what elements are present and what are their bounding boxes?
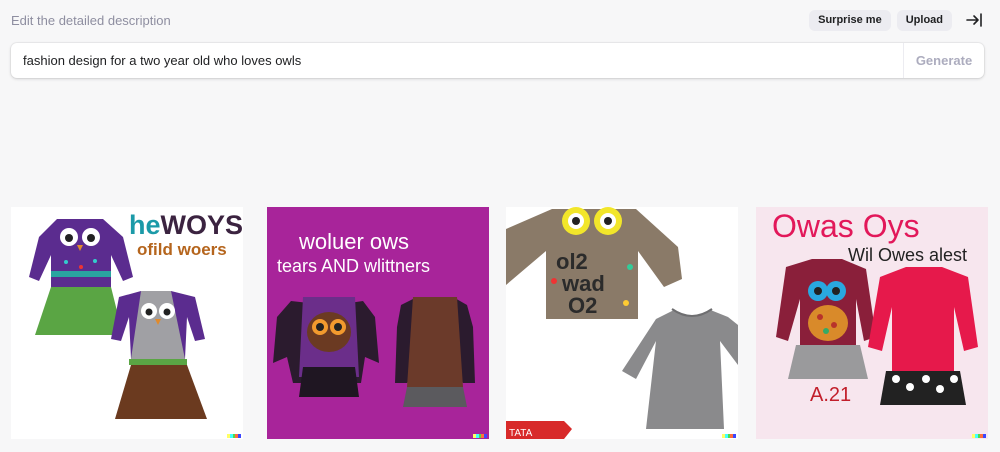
generate-button[interactable]: Generate xyxy=(903,43,984,78)
image-2-signature xyxy=(473,434,487,438)
image-4-text-2: Wil Owes alest xyxy=(848,245,967,265)
image-3-text-3: O2 xyxy=(568,293,597,318)
outfit-illustration: heWOYS ofild woers xyxy=(11,207,243,439)
image-4-text-3: A.21 xyxy=(810,384,851,406)
prompt-input[interactable] xyxy=(11,43,903,78)
generated-image-2[interactable]: woluer ows tears AND wlittners xyxy=(267,207,489,439)
surprise-me-button[interactable]: Surprise me xyxy=(809,9,891,31)
image-4-text-1: Owas Oys xyxy=(772,208,920,244)
image-grid: heWOYS ofild woers woluer ows tears AND … xyxy=(0,207,1000,439)
header-bar: Edit the detailed description Surprise m… xyxy=(11,9,986,31)
image-1-text-1: heWOYS xyxy=(129,210,243,240)
prompt-bar: Generate xyxy=(11,43,984,78)
upload-button[interactable]: Upload xyxy=(896,9,952,31)
edit-description-hint: Edit the detailed description xyxy=(11,12,171,28)
generated-image-3[interactable]: ol2 wad O2 TATA xyxy=(506,207,738,439)
outfit-illustration: ol2 wad O2 TATA xyxy=(506,207,738,439)
image-3-signature xyxy=(722,434,736,438)
header-actions: Surprise me Upload xyxy=(809,9,986,31)
image-2-text-1: woluer ows xyxy=(298,229,409,254)
outfit-illustration: woluer ows tears AND wlittners xyxy=(267,207,489,439)
outfit-illustration: Owas Oys Wil Owes alest A.21 xyxy=(756,207,988,439)
arrow-right-to-bar-icon xyxy=(966,13,982,27)
generated-image-4[interactable]: Owas Oys Wil Owes alest A.21 xyxy=(756,207,988,439)
image-1-signature xyxy=(227,434,241,438)
collapse-panel-button[interactable] xyxy=(962,9,986,31)
image-3-text-4: TATA xyxy=(509,428,533,439)
image-1-text-2: ofild woers xyxy=(137,240,227,259)
image-4-signature xyxy=(972,434,986,438)
image-2-text-2: tears AND wlittners xyxy=(277,256,430,276)
generated-image-1[interactable]: heWOYS ofild woers xyxy=(11,207,243,439)
